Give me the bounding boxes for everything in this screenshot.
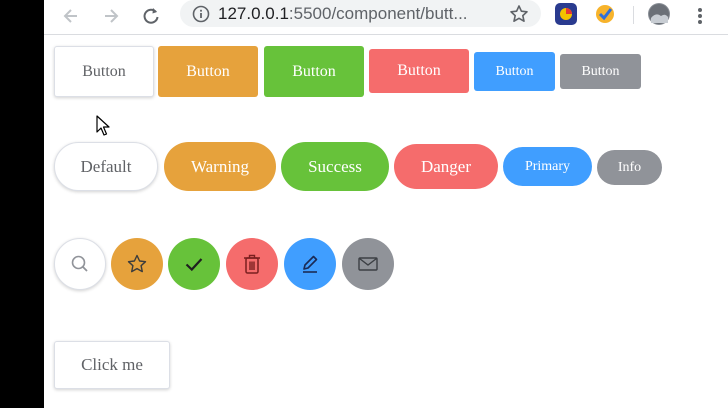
- back-icon[interactable]: [58, 3, 84, 29]
- forward-icon[interactable]: [98, 3, 124, 29]
- button-primary[interactable]: Button: [474, 52, 555, 91]
- check-icon: [185, 258, 203, 272]
- button-success[interactable]: Button: [264, 46, 364, 97]
- round-button-info[interactable]: Info: [597, 150, 662, 185]
- button-warning[interactable]: Button: [158, 46, 258, 97]
- round-button-primary[interactable]: Primary: [503, 147, 592, 186]
- button-info[interactable]: Button: [560, 54, 641, 89]
- mail-icon: [358, 257, 378, 271]
- url-host: 127.0.0.1: [218, 3, 289, 23]
- round-button-default[interactable]: Default: [54, 142, 158, 191]
- mouse-cursor: [96, 115, 110, 142]
- toolbar-divider: [633, 6, 634, 24]
- circle-button-star[interactable]: [111, 238, 163, 290]
- reload-icon[interactable]: [138, 3, 164, 29]
- click-me-button[interactable]: Click me: [54, 341, 170, 389]
- star-icon: [127, 254, 147, 273]
- edit-icon: [303, 255, 318, 273]
- circle-button-search[interactable]: [54, 238, 106, 290]
- circle-button-message[interactable]: [342, 238, 394, 290]
- circle-button-edit[interactable]: [284, 238, 336, 290]
- url-text: 127.0.0.1:5500/component/butt...: [218, 4, 488, 24]
- search-icon: [71, 255, 88, 272]
- page-content: Button Button Button Button Button Butto…: [44, 35, 728, 408]
- profile-avatar[interactable]: [648, 3, 670, 25]
- circle-button-delete[interactable]: [226, 238, 278, 290]
- round-button-danger[interactable]: Danger: [394, 144, 498, 189]
- button-danger[interactable]: Button: [369, 49, 469, 93]
- extension-icon-1[interactable]: [555, 3, 577, 25]
- url-path: :5500/component/butt...: [288, 3, 468, 23]
- bookmark-star-icon[interactable]: [509, 4, 529, 24]
- round-button-success[interactable]: Success: [281, 142, 389, 191]
- round-button-warning[interactable]: Warning: [164, 142, 276, 191]
- menu-dots-icon[interactable]: [687, 3, 713, 29]
- browser-toolbar: 127.0.0.1:5500/component/butt...: [44, 0, 728, 35]
- left-screen-edge: [0, 0, 44, 408]
- site-info-icon[interactable]: [192, 5, 210, 23]
- trash-icon: [244, 254, 260, 274]
- address-bar[interactable]: 127.0.0.1:5500/component/butt...: [180, 0, 541, 27]
- extension-icon-2[interactable]: [594, 3, 616, 25]
- circle-button-check[interactable]: [168, 238, 220, 290]
- button-default[interactable]: Button: [54, 46, 154, 97]
